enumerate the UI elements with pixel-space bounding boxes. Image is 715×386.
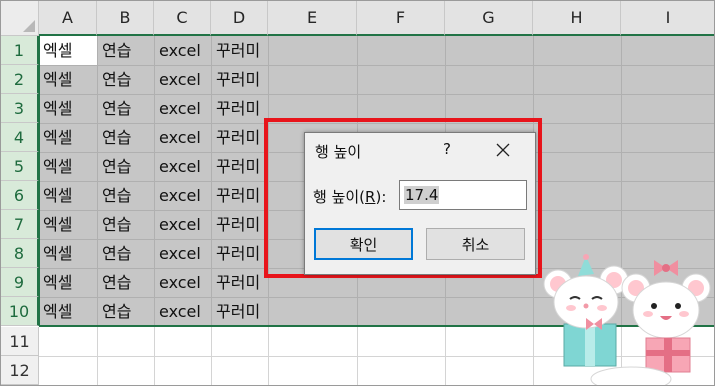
row-header-8[interactable]: 8	[1, 239, 39, 268]
cell-d5[interactable]: 꾸러미	[216, 152, 260, 181]
row-header-2[interactable]: 2	[1, 65, 39, 94]
select-all-corner[interactable]	[1, 1, 39, 36]
cell-c2[interactable]: excel	[159, 65, 201, 94]
close-icon[interactable]	[495, 142, 511, 158]
cell-d3[interactable]: 꾸러미	[216, 94, 260, 123]
row-header-1[interactable]: 1	[1, 36, 39, 65]
column-header-f[interactable]: F	[357, 1, 445, 36]
cell-d7[interactable]: 꾸러미	[216, 210, 260, 239]
cell-b1[interactable]: 연습	[102, 36, 131, 65]
cell-a10[interactable]: 엑셀	[43, 297, 72, 326]
spreadsheet-window: A B C D E F G H I 1 2 3 4 5 6 7 8 9 10 1…	[0, 0, 715, 386]
row-header-4[interactable]: 4	[1, 123, 39, 152]
column-header-b[interactable]: B	[97, 1, 154, 36]
cell-a7[interactable]: 엑셀	[43, 210, 72, 239]
cell-d9[interactable]: 꾸러미	[216, 268, 260, 297]
cell-d4[interactable]: 꾸러미	[216, 123, 260, 152]
cell-b10[interactable]: 연습	[102, 297, 131, 326]
cell-c9[interactable]: excel	[159, 268, 201, 297]
row-header-3[interactable]: 3	[1, 94, 39, 123]
ok-button[interactable]: 확인	[314, 228, 413, 260]
row-header-5[interactable]: 5	[1, 152, 39, 181]
row-header-6[interactable]: 6	[1, 181, 39, 210]
row-header-12[interactable]: 12	[1, 356, 39, 385]
column-header-d[interactable]: D	[211, 1, 268, 36]
cell-c10[interactable]: excel	[159, 297, 201, 326]
column-header-e[interactable]: E	[268, 1, 357, 36]
cell-b6[interactable]: 연습	[102, 181, 131, 210]
cell-c6[interactable]: excel	[159, 181, 201, 210]
help-button[interactable]: ?	[443, 140, 451, 158]
cell-d1[interactable]: 꾸러미	[216, 36, 260, 65]
cell-d6[interactable]: 꾸러미	[216, 181, 260, 210]
row-height-value: 17.4	[404, 186, 440, 204]
cell-a6[interactable]: 엑셀	[43, 181, 72, 210]
row-header-9[interactable]: 9	[1, 268, 39, 297]
cell-c5[interactable]: excel	[159, 152, 201, 181]
cell-c3[interactable]: excel	[159, 94, 201, 123]
cell-b2[interactable]: 연습	[102, 65, 131, 94]
cell-a8[interactable]: 엑셀	[43, 239, 72, 268]
cell-a4[interactable]: 엑셀	[43, 123, 72, 152]
column-header-a[interactable]: A	[39, 1, 97, 36]
row-height-label: 행 높이(R):	[313, 188, 387, 206]
cell-b4[interactable]: 연습	[102, 123, 131, 152]
column-header-i[interactable]: I	[621, 1, 714, 36]
cell-a3[interactable]: 엑셀	[43, 94, 72, 123]
cell-c4[interactable]: excel	[159, 123, 201, 152]
row-height-dialog: 행 높이 ? 행 높이(R): 17.4 확인 취소	[304, 132, 536, 275]
column-header-h[interactable]: H	[533, 1, 621, 36]
cell-a1[interactable]: 엑셀	[43, 36, 72, 65]
column-header-g[interactable]: G	[445, 1, 533, 36]
cell-b7[interactable]: 연습	[102, 210, 131, 239]
cell-c8[interactable]: excel	[159, 239, 201, 268]
dialog-title: 행 높이	[315, 143, 362, 161]
cell-b3[interactable]: 연습	[102, 94, 131, 123]
cell-b8[interactable]: 연습	[102, 239, 131, 268]
row-header-10[interactable]: 10	[1, 297, 39, 326]
cell-b5[interactable]: 연습	[102, 152, 131, 181]
cell-a5[interactable]: 엑셀	[43, 152, 72, 181]
cell-c7[interactable]: excel	[159, 210, 201, 239]
cell-c1[interactable]: excel	[159, 36, 201, 65]
row-header-7[interactable]: 7	[1, 210, 39, 239]
cell-d8[interactable]: 꾸러미	[216, 239, 260, 268]
mice-illustration	[543, 254, 711, 385]
cell-a9[interactable]: 엑셀	[43, 268, 72, 297]
cell-a2[interactable]: 엑셀	[43, 65, 72, 94]
cell-b9[interactable]: 연습	[102, 268, 131, 297]
select-all-triangle-icon	[23, 20, 35, 32]
cancel-button[interactable]: 취소	[426, 228, 525, 260]
cell-d2[interactable]: 꾸러미	[216, 65, 260, 94]
cell-d10[interactable]: 꾸러미	[216, 297, 260, 326]
column-header-c[interactable]: C	[154, 1, 211, 36]
row-height-input[interactable]: 17.4	[399, 180, 527, 210]
row-header-11[interactable]: 11	[1, 327, 39, 356]
